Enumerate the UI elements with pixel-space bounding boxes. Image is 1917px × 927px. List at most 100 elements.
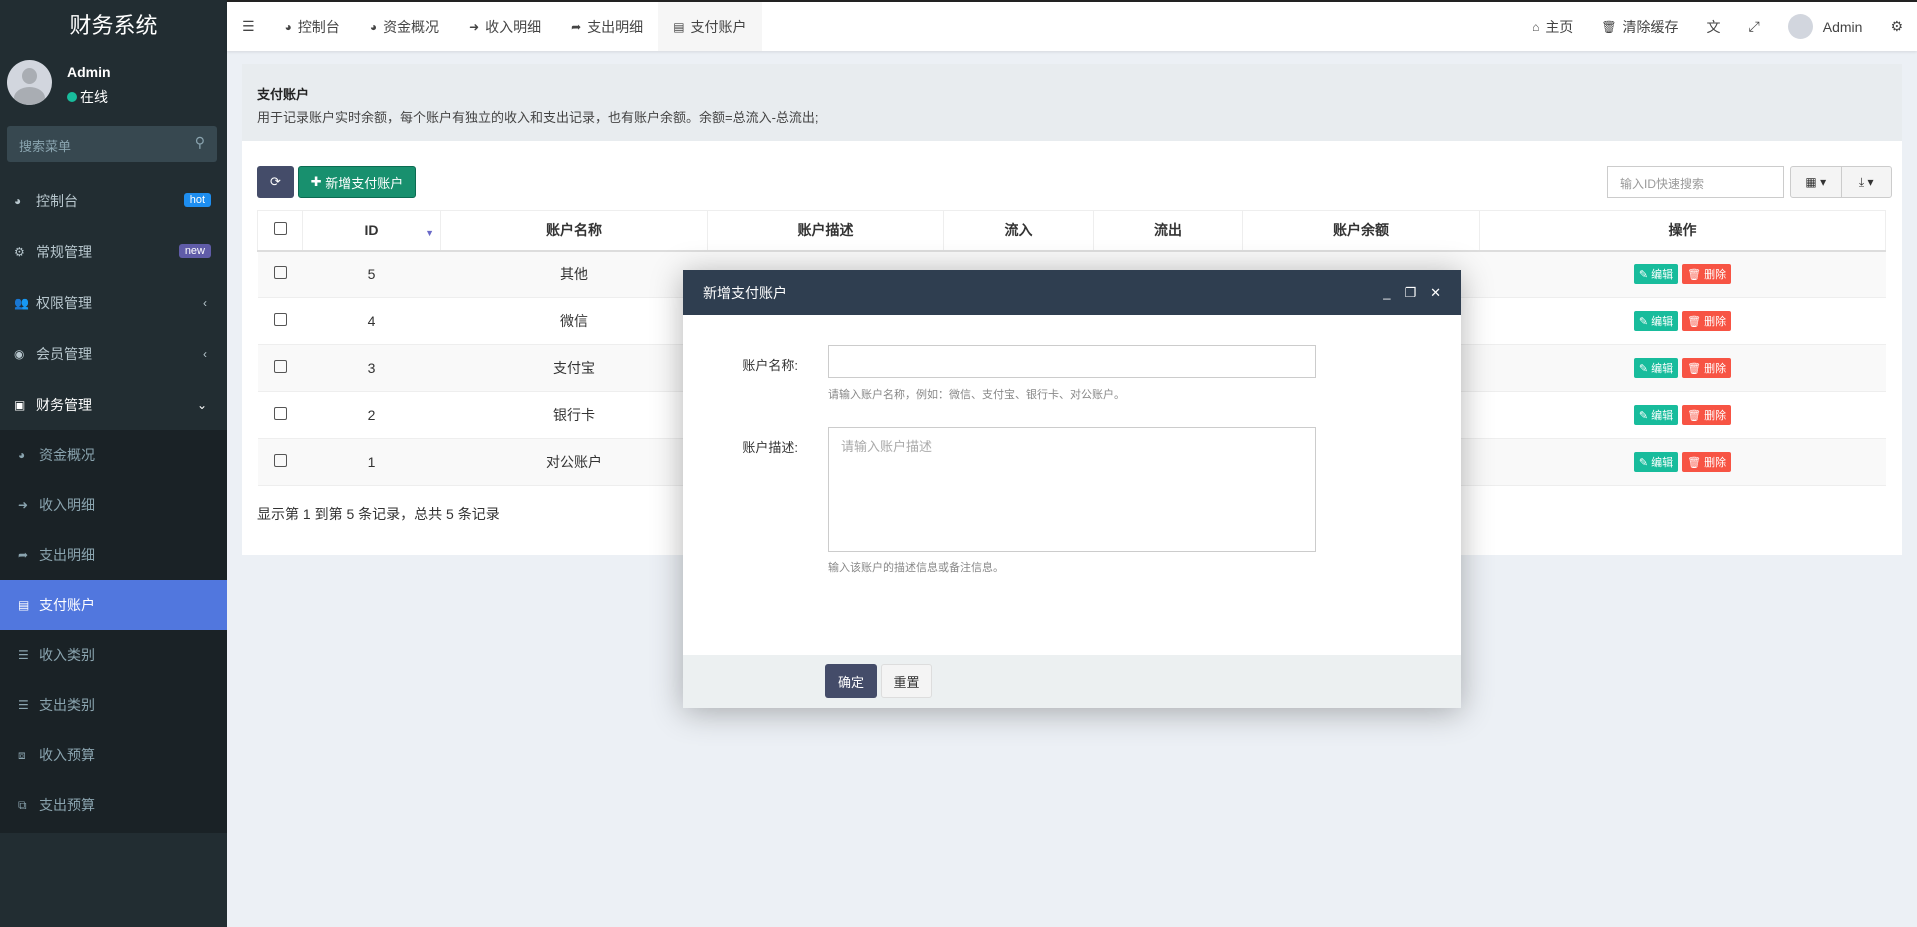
edit-button[interactable]: ✎ 编辑 (1633, 264, 1679, 285)
user-panel: Admin 在线 (0, 51, 227, 126)
reset-button[interactable]: 重置 (881, 664, 932, 698)
label: 支出类别 (39, 697, 95, 713)
name-hint: 请输入账户名称，例如：微信、支付宝、银行卡、对公账户。 (828, 389, 1125, 401)
account-desc-textarea[interactable]: 请输入账户描述 (828, 427, 1316, 552)
columns-toggle-button[interactable]: ▦ ▾ (1791, 167, 1841, 197)
label: 支付账户 (39, 597, 95, 613)
app-logo[interactable]: 财务系统 (0, 0, 227, 51)
sidebar-item-income-budget[interactable]: ⧈ 收入预算 (0, 730, 227, 780)
object-group-icon: ⧈ (18, 747, 26, 762)
refresh-button[interactable]: ⟳ (257, 166, 294, 198)
cell-name: 微信 (440, 297, 708, 345)
sidebar-menu: ◕ 控制台 hot ⚙ 常规管理 new 👥 权限管理 ‹ ◉ 会员管理 ‹ ▣ 财务管理 ⌄ ◕ 资… (0, 175, 227, 833)
export-icon: ⤓ ▾ (1858, 174, 1874, 189)
sidebar-item-expense-budget[interactable]: ⧉ 支出预算 (0, 780, 227, 830)
maximize-icon[interactable]: ❐ (1404, 285, 1416, 301)
search-icon[interactable]: ⚲ (195, 134, 205, 151)
settings-icon[interactable]: ⚙ (1876, 2, 1917, 51)
dashboard-icon: ◕ (14, 193, 22, 208)
fullscreen-icon[interactable]: ⤢ (1735, 2, 1774, 51)
row-checkbox[interactable] (257, 250, 303, 298)
sidebar-item-overview[interactable]: ◕ 资金概况 (0, 430, 227, 480)
label: 常规管理 (36, 243, 92, 260)
desc-label: 账户描述: (742, 440, 798, 455)
sort-desc-icon: ▼ (425, 228, 434, 238)
delete-button[interactable]: 🗑 删除 (1682, 311, 1732, 331)
cogs-icon: ⚙ (14, 244, 25, 259)
menu-search-input[interactable]: 搜索菜单 ⚲ (7, 126, 217, 162)
sign-in-icon: ➜ (18, 498, 29, 512)
col-name: 账户名称 (440, 210, 708, 252)
sidebar-item-member[interactable]: ◉ 会员管理 ‹ (0, 328, 227, 379)
tab-accounts[interactable]: ▤ 支付账户 (658, 2, 762, 51)
label: 控制台 (36, 192, 78, 209)
tab-expense[interactable]: ➦ 支出明细 (556, 2, 658, 51)
row-checkbox[interactable] (257, 344, 303, 392)
close-icon[interactable]: ✕ (1430, 285, 1441, 301)
user-menu[interactable]: Admin (1774, 2, 1877, 51)
edit-button[interactable]: ✎ 编辑 (1633, 358, 1679, 378)
tab-overview[interactable]: ◕ 资金概况 (355, 2, 454, 51)
delete-button[interactable]: 🗑 删除 (1682, 452, 1732, 472)
sidebar-item-expense[interactable]: ➦ 支出明细 (0, 530, 227, 580)
label: 权限管理 (36, 294, 92, 311)
row-checkbox[interactable] (257, 391, 303, 439)
account-name-input[interactable] (828, 345, 1316, 378)
sidebar-item-auth[interactable]: 👥 权限管理 ‹ (0, 277, 227, 328)
minimize-icon[interactable]: _ (1383, 285, 1390, 301)
quick-search-input[interactable]: 输入ID快速搜索 (1607, 166, 1784, 198)
col-actions: 操作 (1479, 210, 1886, 252)
select-all-checkbox[interactable] (257, 210, 303, 252)
sidebar-item-dashboard[interactable]: ◕ 控制台 hot (0, 175, 227, 226)
edit-button[interactable]: ✎ 编辑 (1633, 452, 1679, 472)
row-checkbox[interactable] (257, 297, 303, 345)
sidebar-item-income-category[interactable]: ☰ 收入类别 (0, 630, 227, 680)
clear-cache-button[interactable]: 🗑 清除缓存 (1587, 2, 1692, 51)
edit-button[interactable]: ✎ 编辑 (1633, 311, 1679, 331)
row-checkbox[interactable] (257, 438, 303, 486)
export-button[interactable]: ⤓ ▾ (1840, 167, 1892, 197)
cell-actions: ✎ 编辑 🗑 删除 (1479, 297, 1886, 345)
menu-toggle-icon[interactable]: ☰ (227, 2, 270, 51)
pagination-info: 显示第 1 到第 5 条记录，总共 5 条记录 (257, 506, 500, 522)
col-id[interactable]: ID ▼ (302, 210, 441, 252)
sidebar-item-income[interactable]: ➜ 收入明细 (0, 480, 227, 530)
label: Admin (1822, 18, 1863, 35)
address-book-icon: ▤ (18, 598, 30, 612)
label: 资金概况 (39, 447, 95, 463)
group-icon: 👥 (14, 295, 29, 310)
cell-id: 4 (302, 297, 441, 345)
dashboard-icon: ◕ (369, 19, 378, 34)
page-description: 用于记录账户实时余额，每个账户有独立的收入和支出记录，也有账户余额。余额=总流入… (257, 110, 819, 125)
cell-actions: ✎ 编辑 🗑 删除 (1479, 391, 1886, 439)
delete-button[interactable]: 🗑 删除 (1682, 358, 1732, 378)
delete-button[interactable]: 🗑 删除 (1682, 264, 1732, 285)
user-name: Admin (67, 64, 111, 80)
delete-button[interactable]: 🗑 删除 (1682, 405, 1732, 425)
sidebar-item-expense-category[interactable]: ☰ 支出类别 (0, 680, 227, 730)
dialog-title: 新增支付账户 (703, 284, 787, 301)
sidebar-item-accounts[interactable]: ▤ 支付账户 (0, 580, 227, 630)
confirm-button[interactable]: 确定 (825, 664, 877, 698)
language-icon[interactable]: 文 (1693, 2, 1735, 51)
chevron-left-icon: ‹ (203, 346, 207, 361)
search-placeholder: 搜索菜单 (19, 139, 72, 154)
user-status: 在线 (67, 87, 108, 107)
edit-button[interactable]: ✎ 编辑 (1633, 405, 1679, 425)
sidebar-item-general[interactable]: ⚙ 常规管理 new (0, 226, 227, 277)
cell-id: 3 (302, 344, 441, 392)
label: 财务管理 (36, 396, 92, 413)
tab-dashboard[interactable]: ◕ 控制台 (270, 2, 355, 51)
new-badge: new (178, 244, 211, 258)
tab-label: 支出明细 (587, 18, 644, 35)
tab-income[interactable]: ➜ 收入明细 (454, 2, 556, 51)
home-icon: ⌂ (1532, 19, 1540, 34)
status-text: 在线 (80, 89, 108, 105)
sidebar-item-finance[interactable]: ▣ 财务管理 ⌄ (0, 379, 227, 430)
add-account-button[interactable]: ✚ 新增支付账户 (298, 166, 416, 198)
trash-icon: 🗑 (1601, 19, 1617, 34)
home-link[interactable]: ⌂ 主页 (1518, 2, 1587, 51)
online-dot-icon (67, 92, 77, 102)
cell-id: 1 (302, 438, 441, 486)
label: 收入明细 (39, 497, 95, 513)
